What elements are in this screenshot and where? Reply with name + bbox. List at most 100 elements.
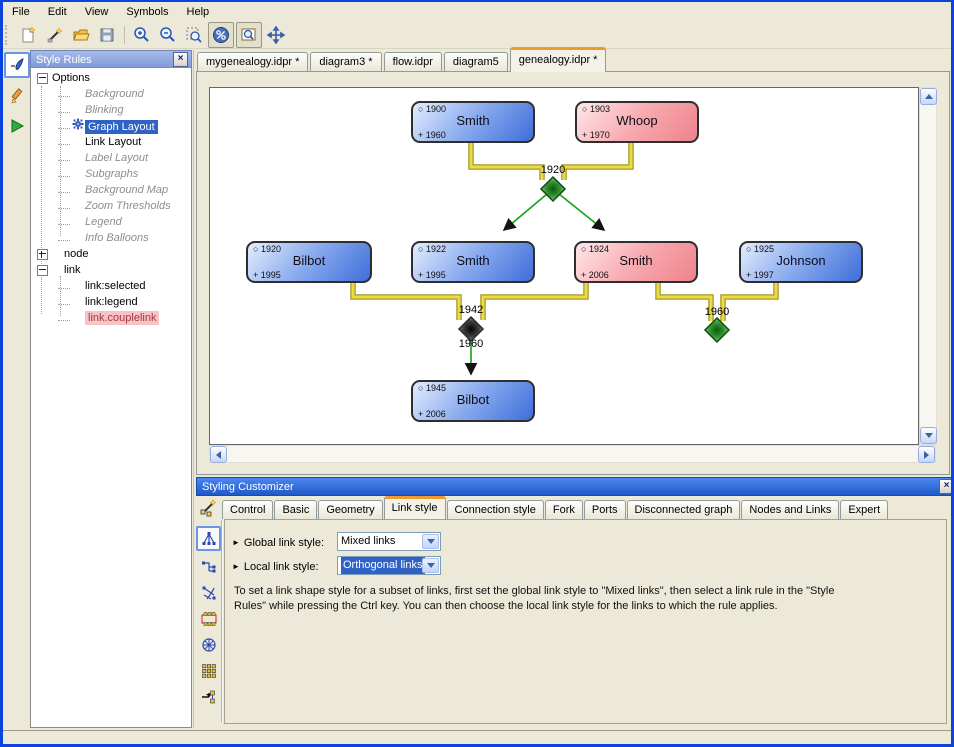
dropdown-arrow-icon[interactable] — [422, 558, 439, 573]
person-node-smith-1922[interactable]: ○ 1922 Smith + 1995 — [411, 241, 535, 283]
collapse-icon[interactable] — [37, 73, 48, 84]
tree-item-options[interactable]: Options — [31, 70, 191, 86]
tab-fork[interactable]: Fork — [545, 500, 583, 519]
death-icon: + — [582, 130, 587, 140]
tab-diagram3[interactable]: diagram3 * — [310, 52, 381, 72]
collapse-icon[interactable] — [37, 265, 48, 276]
person-node-smith-1900[interactable]: ○ 1900 Smith + 1960 — [411, 101, 535, 143]
grid-layout-icon[interactable] — [198, 660, 219, 681]
menu-view[interactable]: View — [76, 3, 118, 21]
person-name: Johnson — [741, 253, 861, 268]
tree-item-subgraphs[interactable]: Subgraphs — [31, 166, 191, 182]
menu-help[interactable]: Help — [178, 3, 219, 21]
tab-ports[interactable]: Ports — [584, 500, 626, 519]
wedding-diamond-1920[interactable] — [541, 177, 565, 201]
pan-icon[interactable] — [264, 23, 288, 47]
tab-disconnected-graph[interactable]: Disconnected graph — [627, 500, 741, 519]
expand-icon[interactable] — [37, 249, 48, 260]
tab-mygenealogy[interactable]: mygenealogy.idpr * — [197, 52, 308, 72]
tree-item-link-legend[interactable]: link:legend — [31, 294, 191, 310]
style-rules-close-icon[interactable]: × — [173, 52, 188, 67]
tree-item-zoom-thresholds[interactable]: Zoom Thresholds — [31, 198, 191, 214]
scroll-up-icon[interactable] — [920, 88, 937, 105]
tab-control[interactable]: Control — [222, 500, 273, 519]
open-folder-icon[interactable] — [69, 23, 93, 47]
new-document-icon[interactable] — [17, 23, 41, 47]
menu-symbols[interactable]: Symbols — [117, 3, 177, 21]
tab-geometry[interactable]: Geometry — [318, 500, 382, 519]
wizard-icon[interactable] — [43, 23, 67, 47]
tab-connection-style[interactable]: Connection style — [447, 500, 544, 519]
customizer-tabs: Control Basic Geometry Link style Connec… — [222, 497, 889, 519]
tree-item-node[interactable]: node — [31, 246, 191, 262]
tree-item-blinking[interactable]: Blinking — [31, 102, 191, 118]
tree-item-legend[interactable]: Legend — [31, 214, 191, 230]
local-link-style-select[interactable]: Orthogonal links — [337, 556, 441, 575]
death-year: 1970 — [590, 130, 610, 140]
person-name: Bilbot — [413, 392, 533, 407]
gear-icon — [71, 118, 85, 135]
tree-item-link-selected[interactable]: link:selected — [31, 278, 191, 294]
person-node-johnson-1925[interactable]: ○ 1925 Johnson + 1997 — [739, 241, 863, 283]
tab-link-style-active[interactable]: Link style — [384, 496, 446, 519]
tree-item-link-layout[interactable]: Link Layout — [31, 134, 191, 150]
run-mode-button[interactable] — [5, 114, 29, 138]
circular-layout-icon[interactable] — [198, 634, 219, 655]
zoom-area-icon[interactable] — [182, 23, 206, 47]
diagram-panel: 1920 1942 1960 1960 ○ 1900 Smith + 1960 … — [196, 71, 950, 475]
menu-edit[interactable]: Edit — [39, 3, 76, 21]
person-node-bilbot-1945[interactable]: ○ 1945 Bilbot + 2006 — [411, 380, 535, 422]
tree-layout-icon[interactable] — [196, 526, 221, 551]
toolbar-grip[interactable] — [5, 25, 11, 45]
global-link-style-select[interactable]: Mixed links — [337, 532, 441, 551]
tree-item-info-balloons[interactable]: Info Balloons — [31, 230, 191, 246]
scroll-left-icon[interactable] — [210, 446, 227, 463]
styling-customizer-close-icon[interactable]: × — [939, 479, 954, 494]
tab-genealogy-active[interactable]: genealogy.idpr * — [510, 47, 607, 72]
layout-wizard-icon[interactable] — [197, 496, 219, 518]
wedding-label: 1942 — [451, 304, 491, 316]
local-link-style-label: ►Local link style: — [232, 561, 319, 573]
panel-splitter[interactable] — [193, 50, 194, 728]
menu-file[interactable]: File — [3, 3, 39, 21]
death-year: 1995 — [426, 270, 446, 280]
scroll-down-icon[interactable] — [920, 427, 937, 444]
death-icon: + — [418, 270, 423, 280]
tree-item-background-map[interactable]: Background Map — [31, 182, 191, 198]
person-node-smith-1924[interactable]: ○ 1924 Smith + 2006 — [574, 241, 698, 283]
tab-expert[interactable]: Expert — [840, 500, 888, 519]
person-node-whoop-1903[interactable]: ○ 1903 Whoop + 1970 — [575, 101, 699, 143]
death-icon: + — [581, 270, 586, 280]
death-year: 2006 — [589, 270, 609, 280]
horizontal-scrollbar[interactable] — [209, 445, 936, 463]
tab-flow[interactable]: flow.idpr — [384, 52, 442, 72]
tab-diagram5[interactable]: diagram5 — [444, 52, 508, 72]
diagram-canvas[interactable]: 1920 1942 1960 1960 ○ 1900 Smith + 1960 … — [209, 87, 919, 445]
zoom-out-icon[interactable] — [156, 23, 180, 47]
person-node-bilbot-1920[interactable]: ○ 1920 Bilbot + 1995 — [246, 241, 372, 283]
styling-customizer-title: Styling Customizer — [202, 481, 294, 493]
transform-layout-icon[interactable] — [198, 686, 219, 707]
wedding-diamond-1960[interactable] — [705, 318, 729, 342]
style-mode-button[interactable] — [4, 52, 30, 78]
tree-item-label-layout[interactable]: Label Layout — [31, 150, 191, 166]
edit-mode-button[interactable] — [5, 84, 29, 108]
tree-item-background[interactable]: Background — [31, 86, 191, 102]
person-name: Smith — [576, 253, 696, 268]
tab-basic[interactable]: Basic — [274, 500, 317, 519]
link-layout-icon[interactable] — [198, 582, 219, 603]
dropdown-arrow-icon[interactable] — [422, 534, 439, 549]
scroll-right-icon[interactable] — [918, 446, 935, 463]
tab-nodes-and-links[interactable]: Nodes and Links — [741, 500, 839, 519]
styling-customizer-titlebar[interactable]: Styling Customizer × — [196, 477, 954, 496]
tree-item-link[interactable]: link — [31, 262, 191, 278]
tree-item-graph-layout[interactable]: Graph Layout — [31, 118, 191, 134]
vertical-scrollbar[interactable] — [919, 87, 937, 445]
zoom-percent-icon[interactable] — [208, 22, 234, 48]
tree-item-link-couplelink[interactable]: link.couplelink — [31, 310, 191, 326]
zoom-in-icon[interactable] — [130, 23, 154, 47]
bus-layout-icon[interactable] — [198, 608, 219, 629]
hierarchical-layout-icon[interactable] — [198, 556, 219, 577]
save-icon[interactable] — [95, 23, 119, 47]
overview-icon[interactable] — [236, 22, 262, 48]
